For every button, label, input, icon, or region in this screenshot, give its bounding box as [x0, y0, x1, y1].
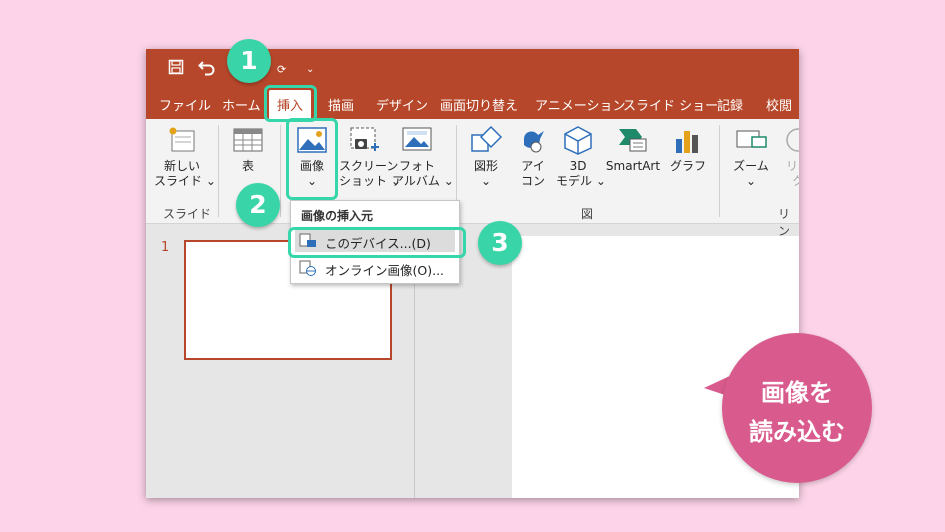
- callout-bubble: 画像を 読み込む: [722, 333, 872, 483]
- tab-home[interactable]: ホーム: [222, 95, 261, 114]
- 3d-models-button[interactable]: 3D モデル ⌄: [556, 125, 606, 189]
- slide-number: 1: [161, 240, 170, 255]
- zoom-label: ズーム: [733, 159, 769, 173]
- highlight-picture-button: [286, 118, 338, 200]
- smartart-button[interactable]: SmartArt: [602, 125, 664, 174]
- photo-album-button[interactable]: フォト アルバム ⌄: [392, 125, 454, 189]
- chart-label: グラフ: [669, 159, 706, 173]
- link-icon: [786, 128, 799, 152]
- shapes-dropdown: ⌄: [480, 174, 492, 188]
- zoom-icon: [736, 130, 767, 148]
- screenshot-icon: [350, 127, 379, 151]
- new-slide-label-1: 新しい: [163, 159, 200, 173]
- shapes-label: 図形: [473, 159, 498, 173]
- undo-icon[interactable]: [198, 58, 216, 80]
- screenshot-label-1: スクリーン: [339, 159, 399, 173]
- 3d-label-1: 3D: [569, 159, 587, 173]
- redo-icon[interactable]: ⟳: [277, 61, 286, 79]
- new-slide-button[interactable]: 新しい スライド ⌄: [154, 125, 216, 189]
- screenshot-button[interactable]: スクリーン ショット ⌄: [339, 125, 401, 189]
- separator: [719, 125, 720, 217]
- tab-design[interactable]: デザイン: [376, 95, 428, 114]
- icons-button[interactable]: アイ コン: [513, 125, 553, 189]
- tab-draw[interactable]: 描画: [328, 95, 354, 114]
- tab-slideshow[interactable]: スライド ショー: [623, 95, 718, 114]
- online-picture-icon: [299, 260, 316, 276]
- tab-transitions[interactable]: 画面切り替え: [440, 95, 518, 114]
- smartart-icon: [619, 129, 647, 152]
- shapes-button[interactable]: 図形 ⌄: [466, 125, 506, 189]
- powerpoint-window: ⟳ ⌄ ファイル ホーム 挿入 描画 デザイン 画面切り替え アニメーション ス…: [146, 49, 799, 498]
- menu-item-online-pictures[interactable]: オンライン画像(O)...: [295, 257, 455, 279]
- callout-line-2: 読み込む: [749, 418, 845, 446]
- icons-icon: [524, 131, 544, 153]
- icons-label-1: アイ: [521, 159, 545, 173]
- link-label-1: リン: [785, 159, 799, 173]
- separator: [218, 125, 219, 217]
- link-label-2: ク: [791, 174, 799, 188]
- ribbon-tabs: ファイル ホーム 挿入 描画 デザイン 画面切り替え アニメーション スライド …: [146, 86, 799, 120]
- 3d-label-2: モデル ⌄: [556, 174, 606, 188]
- new-slide-label-2: スライド ⌄: [154, 174, 216, 188]
- table-icon: [233, 128, 263, 152]
- step-badge-3: 3: [478, 221, 522, 265]
- screenshot-label-2: ショット ⌄: [339, 174, 401, 188]
- qat-more-icon[interactable]: ⌄: [306, 61, 314, 79]
- highlight-insert-tab: [264, 85, 317, 122]
- shapes-icon: [471, 125, 503, 152]
- group-label-illustrations: 図: [581, 207, 594, 221]
- table-label: 表: [241, 159, 254, 173]
- photo-album-label-2: アルバム ⌄: [392, 174, 454, 188]
- tab-file[interactable]: ファイル: [159, 95, 211, 114]
- tab-record[interactable]: 記録: [717, 95, 743, 114]
- menu-item-label: オンライン画像(O)...: [325, 263, 445, 278]
- group-label-slides: スライド: [163, 207, 212, 221]
- tab-animations[interactable]: アニメーション: [535, 95, 625, 114]
- photo-album-icon: [402, 127, 432, 151]
- chart-button[interactable]: グラフ: [666, 125, 710, 174]
- step-badge-1: 1: [227, 39, 271, 83]
- icons-label-2: コン: [520, 174, 545, 188]
- group-label-links: リン: [778, 207, 791, 238]
- chart-icon: [676, 131, 698, 153]
- cube-icon: [564, 126, 592, 155]
- link-button[interactable]: リン ク: [778, 125, 799, 189]
- menu-header: 画像の挿入元: [301, 209, 374, 223]
- step-badge-2: 2: [236, 183, 280, 227]
- callout-line-1: 画像を: [761, 379, 833, 407]
- photo-album-label-1: フォト: [398, 159, 435, 173]
- table-button[interactable]: 表: [228, 125, 268, 174]
- smartart-label: SmartArt: [605, 159, 661, 173]
- tab-review[interactable]: 校閲: [766, 95, 792, 114]
- highlight-this-device: [288, 227, 466, 258]
- separator: [280, 125, 281, 217]
- zoom-button[interactable]: ズーム ⌄: [729, 125, 773, 189]
- save-icon[interactable]: [168, 59, 184, 79]
- zoom-dropdown: ⌄: [745, 174, 757, 188]
- new-slide-icon: [169, 127, 195, 152]
